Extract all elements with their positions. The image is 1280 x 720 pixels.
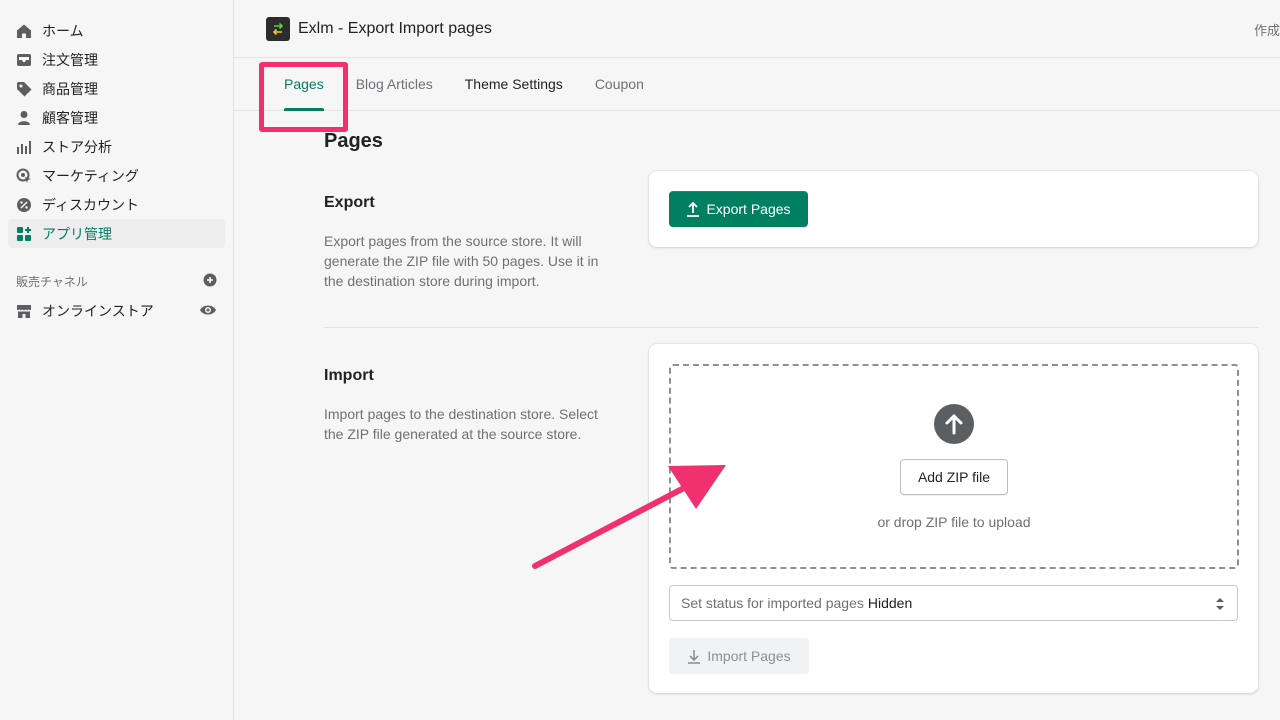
add-zip-label: Add ZIP file bbox=[917, 469, 991, 485]
import-description: Import pages to the destination store. S… bbox=[324, 406, 598, 442]
import-card: Add ZIP file or drop ZIP file to upload … bbox=[649, 344, 1258, 693]
inbox-icon bbox=[16, 52, 32, 68]
sidebar-item-label: 商品管理 bbox=[42, 80, 98, 97]
sidebar-item-label: ストア分析 bbox=[42, 138, 112, 155]
person-icon bbox=[16, 110, 32, 126]
create-link[interactable]: 作成 bbox=[1254, 20, 1280, 39]
target-icon bbox=[16, 168, 32, 184]
export-button-label: Export Pages bbox=[706, 201, 791, 217]
annotation-highlight-box bbox=[259, 62, 348, 132]
status-select-label: Set status for imported pages bbox=[681, 595, 864, 611]
bar-chart-icon bbox=[16, 139, 32, 155]
sidebar-item-analytics[interactable]: ストア分析 bbox=[8, 132, 225, 161]
select-arrows-icon bbox=[1215, 596, 1225, 615]
sidebar-item-label: アプリ管理 bbox=[42, 225, 112, 242]
sidebar: ホーム 注文管理 商品管理 顧客管理 ストア分析 マーケティング ディスカウント… bbox=[0, 0, 234, 720]
upload-icon bbox=[686, 201, 700, 217]
export-pages-button[interactable]: Export Pages bbox=[669, 191, 808, 227]
drop-hint: or drop ZIP file to upload bbox=[877, 514, 1031, 530]
section-divider bbox=[324, 327, 1258, 328]
download-icon bbox=[687, 648, 701, 664]
export-section-title: Export bbox=[324, 194, 375, 211]
tab-bar: Pages Blog Articles Theme Settings Coupo… bbox=[234, 58, 1280, 111]
sidebar-item-label: マーケティング bbox=[42, 167, 139, 184]
tag-icon bbox=[16, 81, 32, 97]
import-section-title: Import bbox=[324, 367, 374, 384]
sidebar-item-discounts[interactable]: ディスカウント bbox=[8, 190, 225, 219]
zip-dropzone[interactable]: Add ZIP file or drop ZIP file to upload bbox=[669, 364, 1239, 569]
sidebar-item-label: 顧客管理 bbox=[42, 109, 98, 126]
sidebar-item-online-store[interactable]: オンラインストア bbox=[8, 298, 225, 324]
sidebar-item-marketing[interactable]: マーケティング bbox=[8, 161, 225, 190]
page-title: Pages bbox=[324, 130, 383, 152]
status-select-value: Hidden bbox=[867, 595, 913, 611]
import-pages-button[interactable]: Import Pages bbox=[669, 638, 809, 674]
tab-blog-articles[interactable]: Blog Articles bbox=[356, 58, 433, 111]
channel-label: オンラインストア bbox=[42, 303, 154, 319]
app-header: Exlm - Export Import pages 作成 bbox=[234, 0, 1280, 58]
status-select[interactable]: Set status for imported pages Hidden bbox=[669, 585, 1238, 621]
apps-icon bbox=[16, 226, 32, 242]
sidebar-item-label: ホーム bbox=[42, 22, 84, 39]
export-description: Export pages from the source store. It w… bbox=[324, 233, 599, 289]
sidebar-item-home[interactable]: ホーム bbox=[8, 16, 225, 45]
add-zip-file-button[interactable]: Add ZIP file bbox=[900, 459, 1008, 495]
tab-theme-settings[interactable]: Theme Settings bbox=[465, 58, 563, 111]
sales-channels-label: 販売チャネル bbox=[16, 274, 88, 289]
sidebar-item-products[interactable]: 商品管理 bbox=[8, 74, 225, 103]
add-channel-icon[interactable] bbox=[203, 273, 217, 290]
store-icon bbox=[16, 303, 32, 319]
sidebar-item-label: 注文管理 bbox=[42, 51, 98, 68]
discount-icon bbox=[16, 197, 32, 213]
tab-coupon[interactable]: Coupon bbox=[595, 58, 644, 111]
sidebar-item-label: ディスカウント bbox=[42, 196, 140, 213]
sidebar-nav: ホーム 注文管理 商品管理 顧客管理 ストア分析 マーケティング ディスカウント… bbox=[0, 0, 233, 248]
import-button-label: Import Pages bbox=[707, 648, 791, 664]
sales-channels-header: 販売チャネル bbox=[16, 272, 217, 290]
sidebar-item-customers[interactable]: 顧客管理 bbox=[8, 103, 225, 132]
home-icon bbox=[16, 23, 32, 39]
sidebar-item-apps[interactable]: アプリ管理 bbox=[8, 219, 225, 248]
upload-arrow-icon bbox=[934, 404, 974, 444]
app-logo bbox=[266, 16, 290, 41]
sidebar-item-orders[interactable]: 注文管理 bbox=[8, 45, 225, 74]
app-title: Exlm - Export Import pages bbox=[298, 19, 492, 37]
export-card: Export Pages bbox=[649, 171, 1258, 247]
eye-icon[interactable] bbox=[199, 303, 217, 320]
